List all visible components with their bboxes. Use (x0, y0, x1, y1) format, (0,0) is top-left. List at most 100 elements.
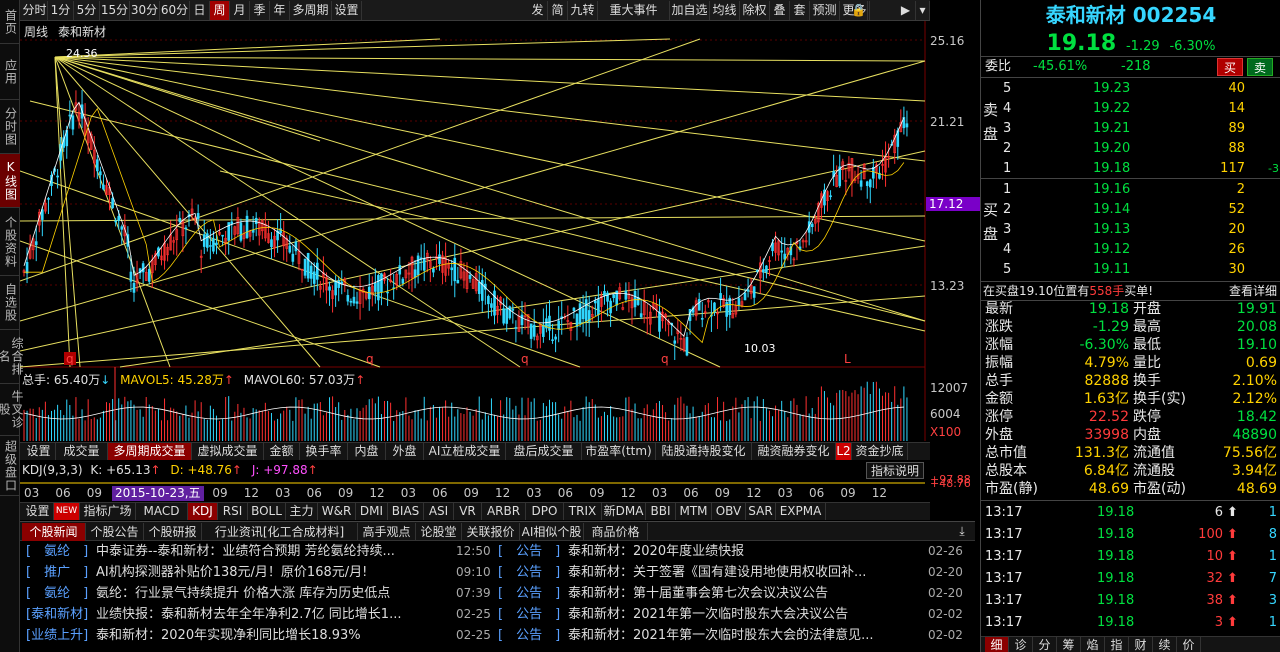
ask-row[interactable]: 1 19.18 117 -3 (981, 159, 1280, 179)
news-title[interactable]: 泰和新材：2020年实现净利同比增长18.93% (96, 625, 446, 646)
period-tab[interactable]: 日 (190, 1, 210, 20)
period-tab[interactable]: 1分 (48, 1, 74, 20)
indicator-tab[interactable]: RSI (218, 503, 248, 520)
news-tab[interactable]: AI相似个股 (520, 523, 584, 541)
quote-tab[interactable]: 诊 (1009, 637, 1033, 652)
left-nav-item[interactable]: 超级盘口 (0, 436, 20, 496)
news-item[interactable]: [ 公告 ] 泰和新材：2021年第一次临时股东大会的法律意见... 02-02 (498, 625, 978, 646)
news-item[interactable]: [业绩上升] 泰和新材：2020年实现净利同比增长18.93% 02-25 (26, 625, 506, 646)
left-nav-item[interactable]: 综合排名 (0, 330, 24, 384)
indicator-tab[interactable]: 设置 (22, 443, 56, 460)
news-title[interactable]: AI机构探测器补贴价138元/月！原价168元/月! (96, 562, 446, 583)
indicator-tab[interactable]: TRIX (564, 503, 602, 520)
toolbar-action[interactable]: 除权 (740, 1, 770, 20)
bid-row[interactable]: 2 19.14 52 (981, 200, 1280, 220)
indicator-tab[interactable]: 成交量 (56, 443, 108, 460)
indicator-tab[interactable]: SAR (746, 503, 776, 520)
news-item[interactable]: [ 氨纶 ] 中泰证券--泰和新材：业绩符合预期 芳纶氨纶持续... 12:50 (26, 541, 506, 562)
buy-button[interactable]: 买 (1217, 58, 1243, 76)
news-item[interactable]: [ 公告 ] 泰和新材：关于签署《国有建设用地使用权收回补... 02-20 (498, 562, 978, 583)
indicator-help-button[interactable]: 指标说明 (866, 462, 924, 479)
news-tab[interactable]: 论股堂 (416, 523, 462, 541)
indicator-tab[interactable]: BOLL (248, 503, 286, 520)
toolbar-action[interactable]: 加自选 (670, 1, 710, 20)
indicator-tab[interactable]: 内盘 (348, 443, 386, 460)
period-tab[interactable]: 30分 (130, 1, 160, 20)
bid-row[interactable]: 3 19.13 20 (981, 220, 1280, 240)
period-tab[interactable]: 60分 (160, 1, 190, 20)
quote-tab[interactable]: 细 (985, 637, 1009, 652)
download-icon[interactable]: ⤓ (952, 522, 972, 540)
news-title[interactable]: 泰和新材：2020年度业绩快报 (568, 541, 908, 562)
period-tab[interactable]: 15分 (100, 1, 130, 20)
period-tab[interactable]: 5分 (74, 1, 100, 20)
news-title[interactable]: 泰和新材：2021年第一次临时股东大会的法律意见... (568, 625, 908, 646)
news-item[interactable]: [ 推广 ] AI机构探测器补贴价138元/月！原价168元/月! 09:10 (26, 562, 506, 583)
ask-row[interactable]: 3 19.21 89 (981, 119, 1280, 139)
news-tab[interactable]: 关联报价 (462, 523, 520, 541)
indicator-tab[interactable]: BIAS (388, 503, 424, 520)
left-nav-item[interactable]: 首页 (0, 0, 20, 44)
toolbar-action[interactable]: 套 (790, 1, 810, 20)
toolbar-action[interactable]: 重大事件 (598, 1, 670, 20)
left-nav-item[interactable]: K线图 (0, 154, 20, 208)
news-item[interactable]: [ 公告 ] 泰和新材：2021年第一次临时股东大会决议公告 02-02 (498, 604, 978, 625)
period-tab[interactable]: 季 (250, 1, 270, 20)
sell-button[interactable]: 卖 (1247, 58, 1273, 76)
news-tab[interactable]: 商品价格 (584, 523, 648, 541)
quote-tab[interactable]: 焰 (1081, 637, 1105, 652)
news-tab[interactable]: 个股公告 (86, 523, 144, 541)
kline-chart-area[interactable]: q q q q L 周线 泰和新材 24.36 10.03 25.16 21.21 17… (19, 21, 980, 490)
quote-tab[interactable]: 分 (1033, 637, 1057, 652)
toolbar-action[interactable]: 发 (528, 1, 548, 20)
indicator-tab[interactable]: 金额 (264, 443, 300, 460)
news-item[interactable]: [ 公告 ] 泰和新材：2020年度业绩快报 02-26 (498, 541, 978, 562)
indicator-tab[interactable]: 换手率 (300, 443, 348, 460)
indicator-tab[interactable]: MACD (136, 503, 188, 520)
indicator-tab[interactable]: 设置 (22, 503, 54, 520)
toolbar-action[interactable]: 均线 (710, 1, 740, 20)
period-tab[interactable]: 设置 (332, 1, 362, 20)
kline-chart-svg[interactable]: qqqqL (19, 21, 980, 489)
indicator-tab[interactable]: 市盈率(ttm) (582, 443, 656, 460)
indicator-tab[interactable]: 主力 (286, 503, 318, 520)
left-nav-item[interactable]: 牛叉诊股 (0, 384, 24, 436)
bid-row[interactable]: 4 19.12 26 (981, 240, 1280, 260)
notice-detail-link[interactable]: 查看详细 (1229, 281, 1277, 301)
indicator-tab[interactable]: DMI (356, 503, 388, 520)
period-tab[interactable]: 多周期 (290, 1, 332, 20)
toolbar-action[interactable]: 叠 (770, 1, 790, 20)
bid-row[interactable]: 1 19.16 2 (981, 180, 1280, 200)
news-title[interactable]: 泰和新材：第十届董事会第七次会议决议公告 (568, 583, 908, 604)
news-tab[interactable]: 个股新闻 (22, 523, 86, 541)
indicator-tab[interactable]: 新DMA (602, 503, 646, 520)
indicator-tab[interactable]: 资金抄底 (852, 443, 908, 460)
news-title[interactable]: 中泰证券--泰和新材：业绩符合预期 芳纶氨纶持续... (96, 541, 446, 562)
news-tab[interactable]: 高手观点 (358, 523, 416, 541)
indicator-tab[interactable]: 陆股通持股变化 (656, 443, 752, 460)
news-tab[interactable]: 个股研报 (144, 523, 202, 541)
indicator-tab[interactable]: W&R (318, 503, 356, 520)
ask-row[interactable]: 2 19.20 88 (981, 139, 1280, 159)
quote-tab[interactable]: 财 (1129, 637, 1153, 652)
period-tab[interactable]: 周 (210, 1, 230, 20)
expand-icon[interactable]: ▶ (896, 1, 916, 20)
news-title[interactable]: 业绩快报：泰和新材去年全年净利2.7亿 同比增长1... (96, 604, 446, 625)
quote-tab[interactable]: 指 (1105, 637, 1129, 652)
news-item[interactable]: [ 公告 ] 泰和新材：第十届董事会第七次会议决议公告 02-20 (498, 583, 978, 604)
period-tab[interactable]: 分时 (22, 1, 48, 20)
left-nav-item[interactable]: 个股资料 (0, 208, 20, 276)
toolbar-action[interactable]: 简 (548, 1, 568, 20)
indicator-tab[interactable]: 多周期成交量 (108, 443, 192, 460)
period-tab[interactable]: 年 (270, 1, 290, 20)
indicator-tab[interactable]: AI立桩成交量 (424, 443, 506, 460)
indicator-tab[interactable]: 指标广场 (80, 503, 136, 520)
quote-tab[interactable]: 续 (1153, 637, 1177, 652)
indicator-tab[interactable]: EXPMA (776, 503, 826, 520)
news-title[interactable]: 泰和新材：关于签署《国有建设用地使用权收回补... (568, 562, 908, 583)
ask-row[interactable]: 5 19.23 40 (981, 79, 1280, 99)
toolbar-action[interactable]: 预测 (810, 1, 840, 20)
indicator-tab[interactable]: KDJ (188, 503, 218, 520)
indicator-tab[interactable]: BBI (646, 503, 676, 520)
news-item[interactable]: [泰和新材] 业绩快报：泰和新材去年全年净利2.7亿 同比增长1... 02-25 (26, 604, 506, 625)
